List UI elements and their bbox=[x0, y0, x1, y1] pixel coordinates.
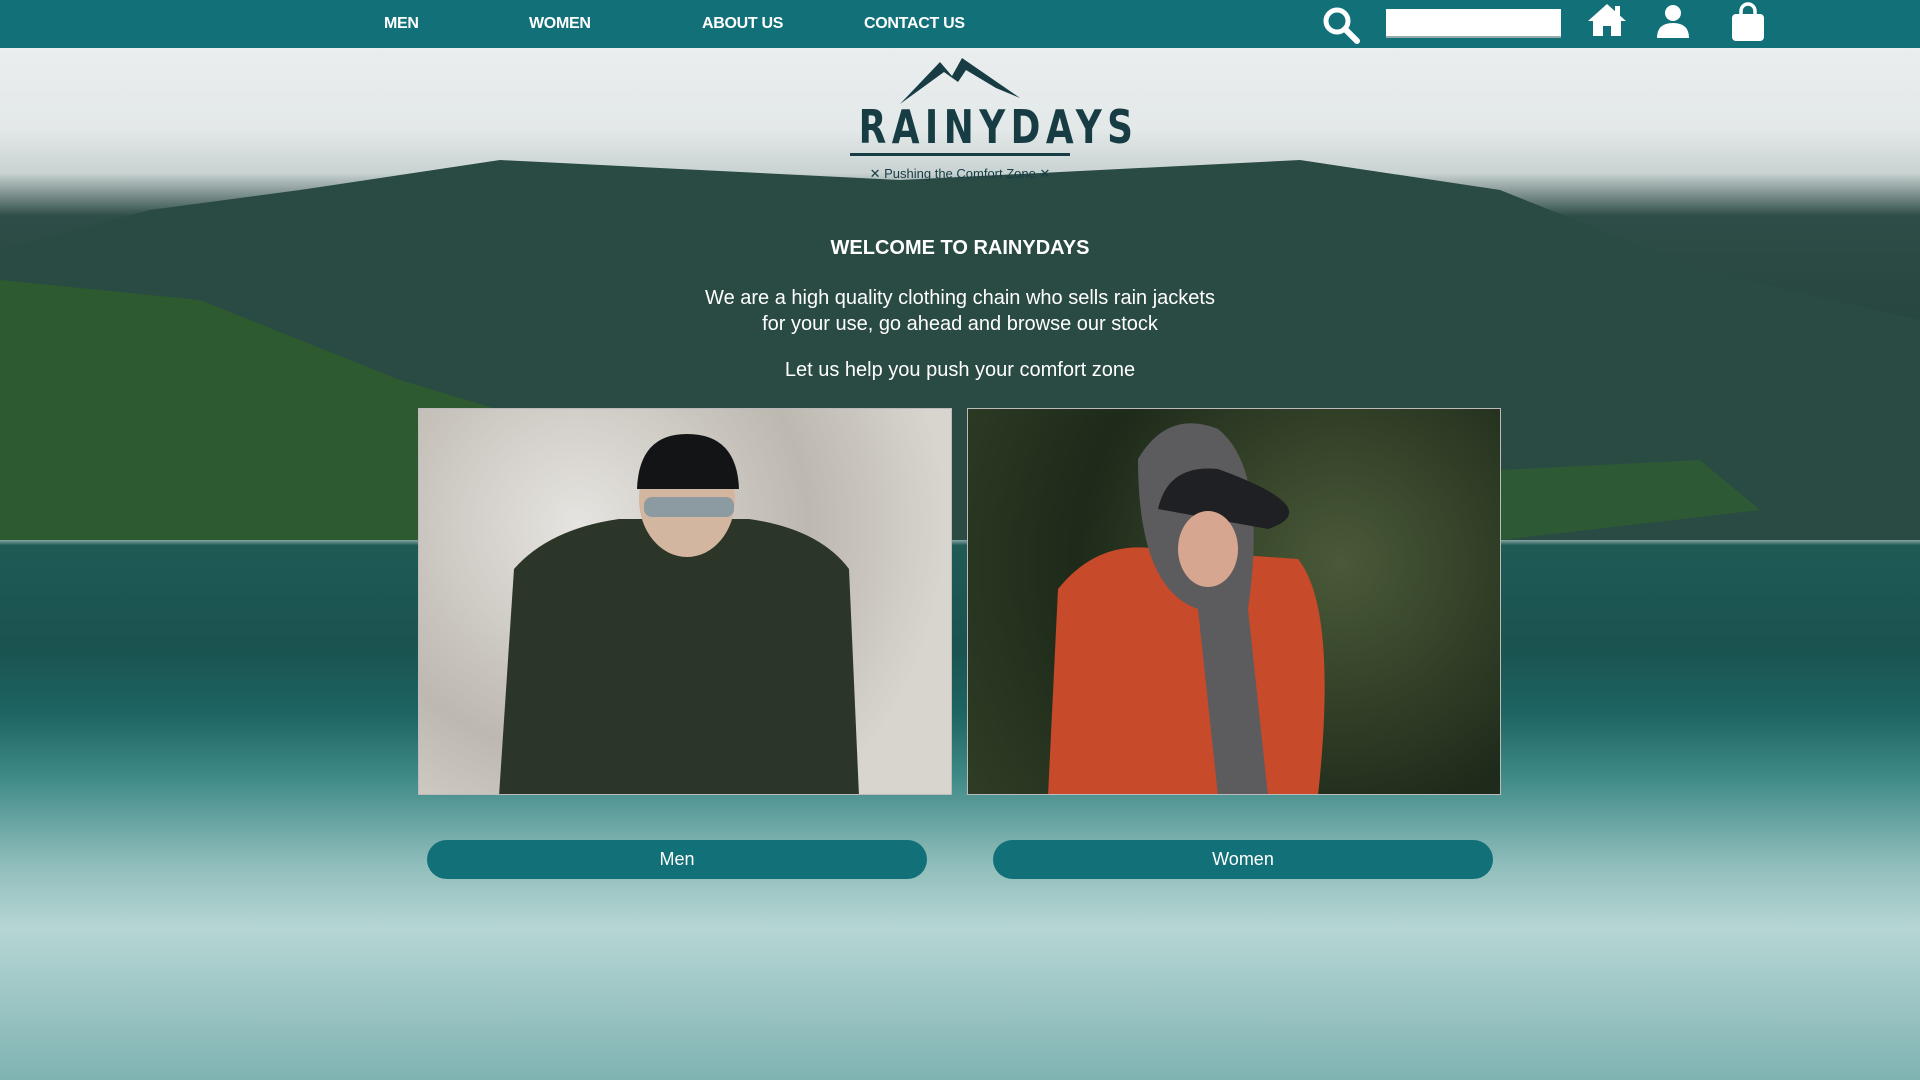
logo-divider bbox=[850, 153, 1070, 156]
shopping-bag-icon[interactable] bbox=[1729, 2, 1767, 42]
mountain-background bbox=[0, 160, 1920, 540]
nav-men[interactable]: MEN bbox=[384, 15, 419, 33]
welcome-title: WELCOME TO RAINYDAYS bbox=[830, 237, 1090, 259]
nav-contact-us[interactable]: CONTACT US bbox=[864, 15, 965, 33]
logo-text: RAINYDAYS bbox=[858, 100, 1139, 154]
top-nav: MEN WOMEN ABOUT US CONTACT US bbox=[0, 0, 1920, 48]
women-category-image[interactable] bbox=[967, 408, 1501, 795]
welcome-description: We are a high quality clothing chain who… bbox=[705, 287, 1215, 335]
user-icon[interactable] bbox=[1655, 3, 1691, 39]
search-icon[interactable] bbox=[1320, 4, 1362, 46]
woman-in-jacket-illustration bbox=[1048, 423, 1325, 794]
logo-tagline: ✕ Pushing the Comfort Zone ✕ bbox=[869, 166, 1051, 181]
men-category-image[interactable] bbox=[418, 408, 952, 795]
men-button[interactable]: Men bbox=[427, 840, 927, 879]
man-in-jacket-illustration bbox=[499, 434, 859, 794]
mountain-logo-icon bbox=[900, 58, 1020, 104]
welcome-slogan: Let us help you push your comfort zone bbox=[784, 359, 1136, 381]
rainydays-logo[interactable]: RAINYDAYS ✕ Pushing the Comfort Zone ✕ bbox=[830, 56, 1139, 186]
women-button[interactable]: Women bbox=[993, 840, 1493, 879]
home-icon[interactable] bbox=[1587, 2, 1627, 38]
nav-women[interactable]: WOMEN bbox=[529, 15, 591, 33]
nav-about-us[interactable]: ABOUT US bbox=[702, 15, 783, 33]
search-input[interactable] bbox=[1386, 9, 1561, 38]
